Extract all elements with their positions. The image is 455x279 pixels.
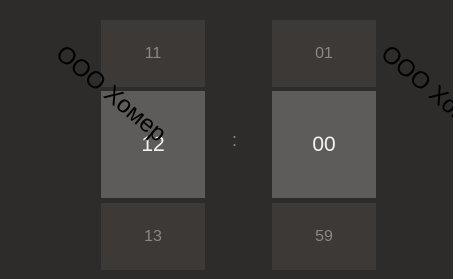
minutes-previous-option[interactable]: 01 <box>272 20 376 87</box>
time-picker-screen: 11 12 13 : 01 00 59 ООО Хомер ООО Хомер <box>0 0 453 279</box>
hours-previous-option[interactable]: 11 <box>101 20 205 87</box>
minutes-selected-option[interactable]: 00 <box>272 91 376 198</box>
minutes-next-label: 59 <box>315 227 333 245</box>
watermark-right: ООО Хомер <box>375 40 453 148</box>
hours-next-label: 13 <box>144 227 162 245</box>
time-separator: : <box>232 130 238 150</box>
minutes-selected-label: 00 <box>312 132 336 156</box>
minutes-previous-label: 01 <box>315 44 333 62</box>
hours-selected-label: 12 <box>141 132 165 156</box>
hours-previous-label: 11 <box>144 44 162 62</box>
hours-next-option[interactable]: 13 <box>101 203 205 270</box>
hours-selected-option[interactable]: 12 <box>101 91 205 198</box>
minutes-next-option[interactable]: 59 <box>272 203 376 270</box>
